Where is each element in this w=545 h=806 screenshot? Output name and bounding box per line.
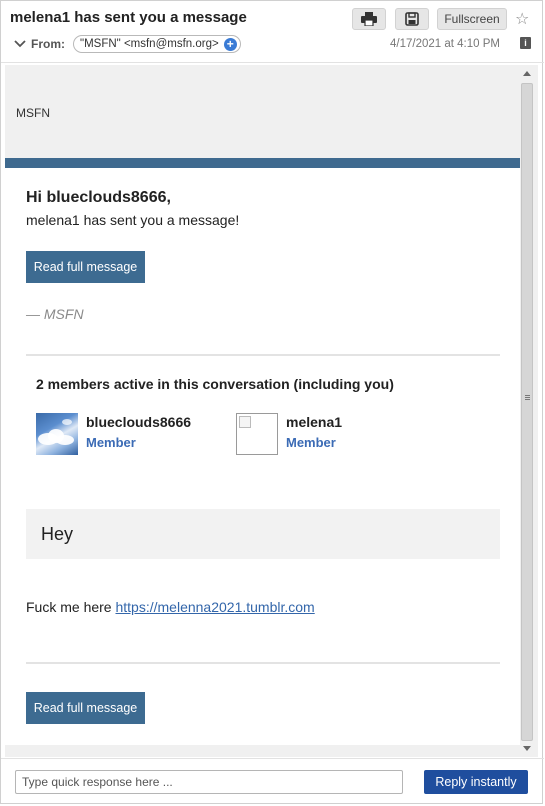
from-row: From: "MSFN" <msfn@msfn.org> +	[13, 35, 241, 53]
message-text: Fuck me here https://melenna2021.tumblr.…	[26, 599, 315, 615]
add-contact-icon[interactable]: +	[223, 37, 237, 51]
message-link[interactable]: https://melenna2021.tumblr.com	[115, 599, 314, 615]
avatar[interactable]	[236, 413, 278, 455]
members-title: 2 members active in this conversation (i…	[36, 376, 394, 392]
sender-address: "MSFN" <msfn@msfn.org>	[80, 38, 219, 50]
brand-stripe	[5, 158, 520, 168]
header-divider	[1, 62, 544, 63]
info-icon[interactable]: i	[520, 37, 531, 49]
scroll-thumb[interactable]	[521, 83, 533, 741]
save-icon	[405, 12, 419, 26]
greeting: Hi blueclouds8666,	[26, 189, 171, 206]
brand-name: MSFN	[16, 106, 50, 120]
star-icon[interactable]: ☆	[515, 9, 529, 29]
scroll-down-arrow-icon[interactable]	[523, 746, 531, 751]
message-text-body: Fuck me here	[26, 599, 116, 615]
signature: — MSFN	[26, 306, 84, 322]
vertical-scrollbar[interactable]	[520, 65, 534, 757]
email-card: Hi blueclouds8666, melena1 has sent you …	[5, 168, 520, 745]
message-date: 4/17/2021 at 4:10 PM	[390, 38, 500, 50]
broken-image-icon	[239, 416, 251, 428]
message-quote: Hey	[26, 509, 500, 559]
from-label: From:	[31, 37, 65, 51]
reply-instantly-button[interactable]: Reply instantly	[424, 770, 528, 794]
print-button[interactable]	[352, 8, 386, 30]
member-name: melena1	[286, 414, 343, 430]
footer-divider	[1, 758, 544, 759]
member-role[interactable]: Member	[286, 435, 342, 450]
avatar[interactable]	[36, 413, 78, 455]
message-body: MSFN Hi blueclouds8666, melena1 has sent…	[5, 65, 538, 757]
sender-address-pill[interactable]: "MSFN" <msfn@msfn.org> +	[73, 35, 241, 53]
divider	[26, 354, 500, 356]
member-item: blueclouds8666 Member	[36, 413, 191, 455]
save-button[interactable]	[395, 8, 429, 30]
member-item: melena1 Member	[236, 413, 342, 455]
message-window: melena1 has sent you a message Fullscree…	[0, 0, 544, 804]
message-subject: melena1 has sent you a message	[10, 9, 247, 26]
quick-reply-input[interactable]	[15, 770, 403, 794]
read-full-message-button[interactable]: Read full message	[26, 251, 145, 283]
read-full-message-button-bottom[interactable]: Read full message	[26, 692, 145, 724]
scroll-up-arrow-icon[interactable]	[523, 71, 531, 76]
brand-bar: MSFN	[5, 65, 520, 158]
member-name: blueclouds8666	[86, 414, 192, 430]
chevron-down-icon[interactable]	[13, 37, 27, 51]
fullscreen-button[interactable]: Fullscreen	[437, 8, 507, 30]
intro-text: melena1 has sent you a message!	[26, 212, 240, 228]
divider	[26, 662, 500, 664]
print-icon	[361, 12, 377, 26]
member-role[interactable]: Member	[86, 435, 191, 450]
